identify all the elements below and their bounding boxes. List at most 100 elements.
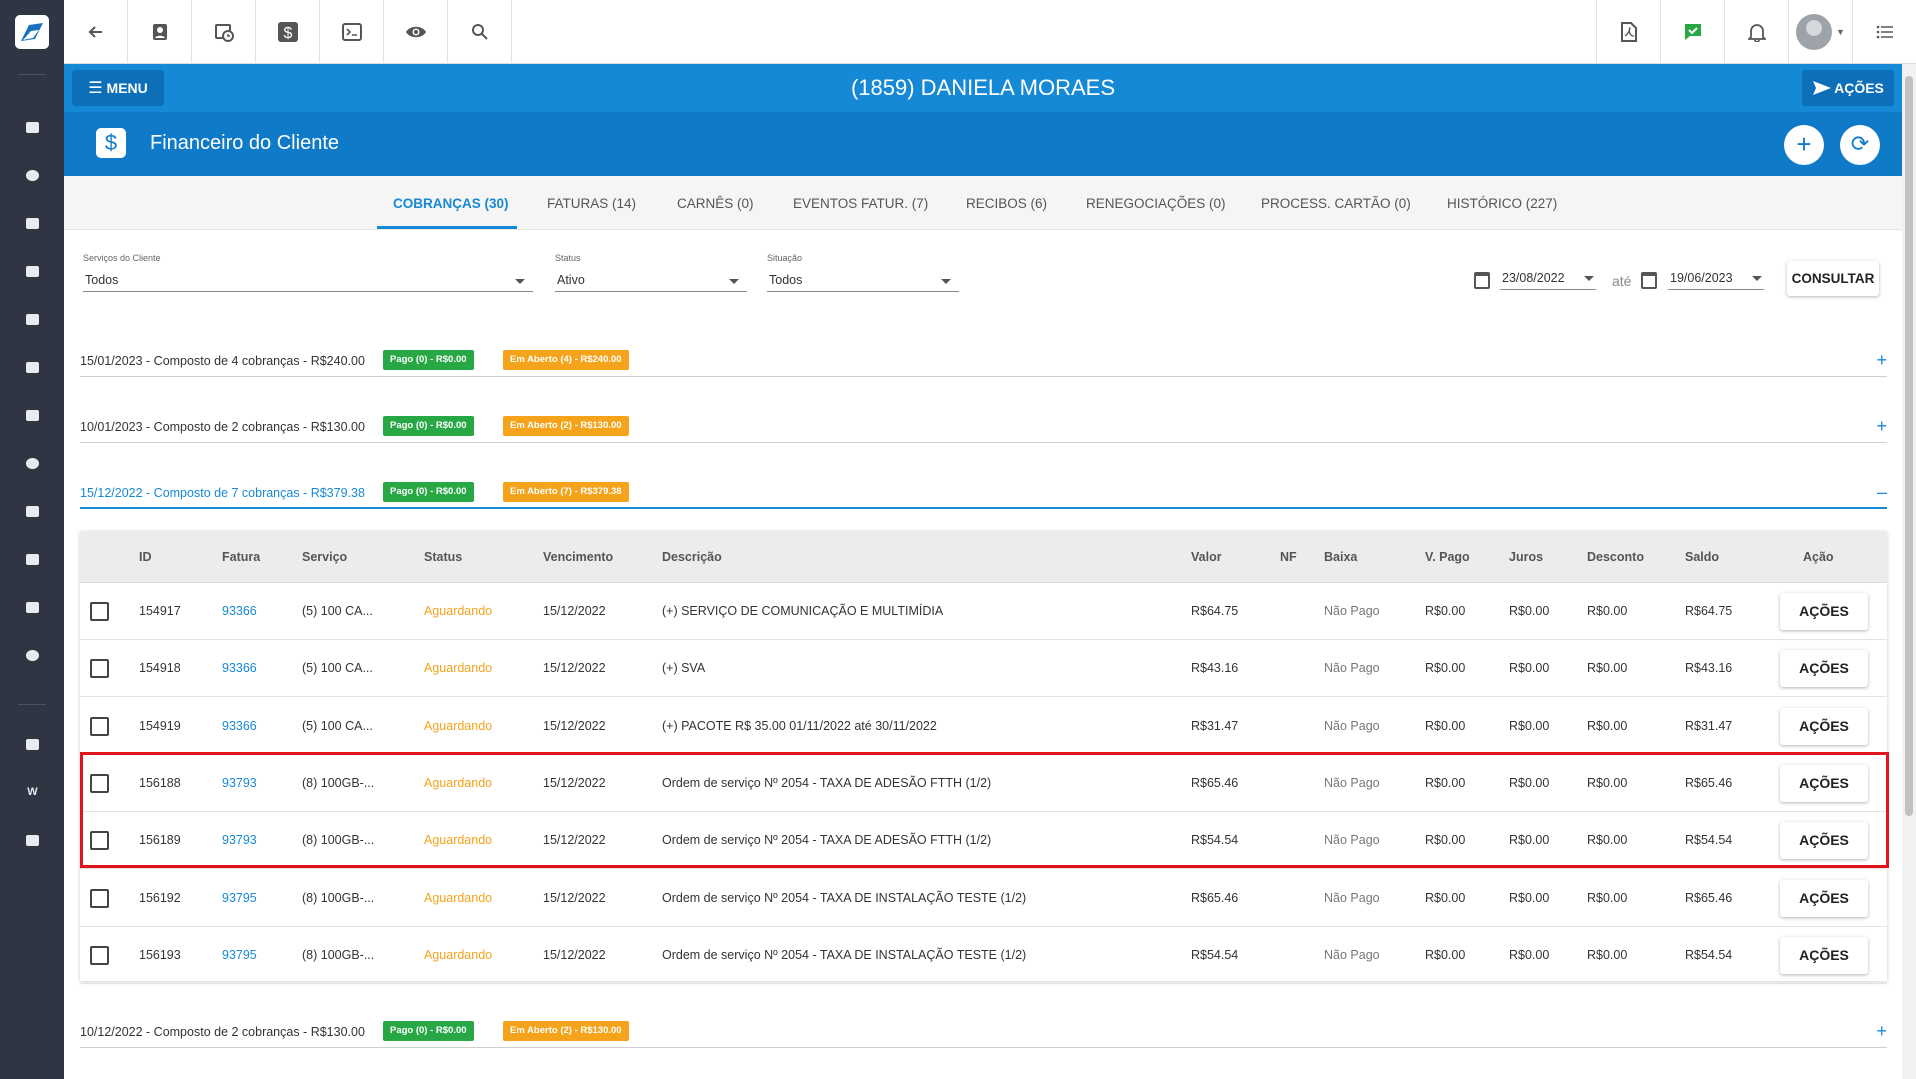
calendar-icon[interactable] xyxy=(1641,272,1657,289)
sidebar-money-icon[interactable] xyxy=(26,410,39,421)
group-title: 10/01/2023 - Composto de 2 cobranças - R… xyxy=(80,420,365,434)
situacao-select[interactable]: Todos xyxy=(767,268,959,292)
refresh-button[interactable]: ⟳ xyxy=(1840,125,1880,165)
date-to-input[interactable]: 19/06/2023 xyxy=(1668,266,1764,290)
collapse-icon[interactable]: – xyxy=(1877,482,1887,503)
group-header[interactable]: 10/01/2023 - Composto de 2 cobranças - R… xyxy=(80,413,1887,443)
row-saldo: R$54.54 xyxy=(1685,947,1733,962)
row-actions-button[interactable]: AÇÕES xyxy=(1780,593,1868,630)
row-id: 154919 xyxy=(139,718,181,733)
expand-icon[interactable]: + xyxy=(1876,1021,1887,1042)
chevron-down-icon xyxy=(1584,276,1594,281)
row-fatura-link[interactable]: 93793 xyxy=(222,833,257,847)
tab-process-cartao[interactable]: PROCESS. CARTÃO (0) xyxy=(1261,196,1411,211)
date-from-input[interactable]: 23/08/2022 xyxy=(1500,266,1596,290)
tab-cobrancas[interactable]: COBRANÇAS (30) xyxy=(393,196,509,211)
row-baixa: Não Pago xyxy=(1324,947,1380,962)
header-actions-button[interactable]: AÇÕES xyxy=(1802,70,1894,106)
chat-check-icon[interactable] xyxy=(1660,0,1724,64)
calendar-icon[interactable] xyxy=(1474,272,1490,289)
row-vencimento: 15/12/2022 xyxy=(543,947,606,962)
sidebar-pie-chart-icon[interactable] xyxy=(26,170,39,181)
tab-eventos-fatur[interactable]: EVENTOS FATUR. (7) xyxy=(793,196,928,211)
pdf-file-icon[interactable] xyxy=(1596,0,1660,64)
row-checkbox[interactable] xyxy=(90,659,109,679)
sidebar-contact-icon[interactable] xyxy=(26,218,39,229)
sidebar-divider xyxy=(18,704,46,705)
servicos-select[interactable]: Todos xyxy=(83,268,533,292)
row-fatura-link[interactable]: 93366 xyxy=(222,661,257,675)
row-checkbox[interactable] xyxy=(90,831,109,851)
tab-recibos[interactable]: RECIBOS (6) xyxy=(966,196,1047,211)
row-saldo: R$64.75 xyxy=(1685,604,1733,618)
sidebar-list-icon[interactable] xyxy=(26,506,39,517)
logo-icon xyxy=(15,15,49,49)
sidebar-box-icon[interactable] xyxy=(26,362,39,373)
sidebar-calendar-icon[interactable] xyxy=(26,314,39,325)
sidebar-headset-icon[interactable] xyxy=(26,458,39,469)
group-header[interactable]: 10/12/2022 - Composto de 2 cobranças - R… xyxy=(80,1018,1887,1048)
row-baixa: Não Pago xyxy=(1324,718,1380,733)
terminal-icon[interactable] xyxy=(320,0,384,64)
group-header-expanded[interactable]: 15/12/2022 - Composto de 7 cobranças - R… xyxy=(80,479,1887,509)
eye-icon[interactable] xyxy=(384,0,448,64)
sidebar-document-icon[interactable] xyxy=(26,602,39,613)
status-select[interactable]: Ativo xyxy=(555,268,747,292)
sidebar-server-icon[interactable] xyxy=(26,554,39,565)
row-fatura-link[interactable]: 93795 xyxy=(222,948,257,962)
back-arrow-icon[interactable] xyxy=(64,0,128,64)
section-header: $ Financeiro do Cliente + ⟳ xyxy=(64,112,1902,176)
row-id: 156188 xyxy=(139,775,181,790)
row-fatura-link[interactable]: 93366 xyxy=(222,719,257,733)
sidebar-grid-icon[interactable] xyxy=(26,122,39,133)
row-v-pago: R$0.00 xyxy=(1425,775,1466,790)
row-checkbox[interactable] xyxy=(90,773,109,793)
row-actions-button[interactable]: AÇÕES xyxy=(1780,650,1868,688)
tab-renegociacoes[interactable]: RENEGOCIAÇÕES (0) xyxy=(1086,196,1226,211)
refresh-icon: ⟳ xyxy=(1850,131,1870,156)
row-checkbox[interactable] xyxy=(90,602,109,621)
contact-card-icon[interactable] xyxy=(128,0,192,64)
sidebar-wiki-icon[interactable]: W xyxy=(26,787,39,798)
bell-icon[interactable] xyxy=(1724,0,1788,64)
row-checkbox[interactable] xyxy=(90,888,109,908)
row-desconto: R$0.00 xyxy=(1587,890,1628,905)
app-logo[interactable] xyxy=(0,0,64,64)
sidebar-video-icon[interactable] xyxy=(26,739,39,750)
row-fatura-link[interactable]: 93795 xyxy=(222,891,257,905)
user-avatar[interactable]: ▼ xyxy=(1788,0,1852,64)
search-icon[interactable] xyxy=(448,0,512,64)
sidebar-chat-icon[interactable] xyxy=(26,835,39,846)
svg-text:$: $ xyxy=(283,25,292,42)
col-acao: Ação xyxy=(1803,550,1834,564)
row-actions-button[interactable]: AÇÕES xyxy=(1780,879,1868,917)
scrollbar-thumb[interactable] xyxy=(1905,76,1913,816)
tab-carnes[interactable]: CARNÊS (0) xyxy=(677,196,754,211)
group-header[interactable]: 15/01/2023 - Composto de 4 cobranças - R… xyxy=(80,347,1887,377)
calendar-clock-icon[interactable] xyxy=(192,0,256,64)
scrollbar[interactable] xyxy=(1902,64,1916,1079)
row-checkbox[interactable] xyxy=(90,716,109,736)
row-actions-button[interactable]: AÇÕES xyxy=(1780,936,1868,974)
status-label: Status xyxy=(555,253,581,263)
sidebar-gear-icon[interactable] xyxy=(26,650,39,661)
list-menu-icon[interactable] xyxy=(1852,0,1916,64)
row-servico: (5) 100 CA... xyxy=(302,661,373,676)
expand-icon[interactable]: + xyxy=(1876,416,1887,437)
row-actions-button[interactable]: AÇÕES xyxy=(1780,822,1868,860)
row-status: Aguardando xyxy=(424,718,493,733)
add-button[interactable]: + xyxy=(1784,125,1824,165)
row-checkbox[interactable] xyxy=(90,945,109,965)
row-actions-button[interactable]: AÇÕES xyxy=(1780,707,1868,745)
row-valor: R$43.16 xyxy=(1191,661,1239,676)
sidebar-book-icon[interactable] xyxy=(26,266,39,277)
consultar-button[interactable]: CONSULTAR xyxy=(1787,261,1879,296)
tab-historico[interactable]: HISTÓRICO (227) xyxy=(1447,196,1557,211)
tab-faturas[interactable]: FATURAS (14) xyxy=(547,196,636,211)
row-fatura-link[interactable]: 93366 xyxy=(222,604,257,618)
col-desconto: Desconto xyxy=(1587,550,1644,564)
expand-icon[interactable]: + xyxy=(1876,350,1887,371)
dollar-icon[interactable]: $ xyxy=(256,0,320,64)
row-actions-button[interactable]: AÇÕES xyxy=(1780,764,1868,802)
row-fatura-link[interactable]: 93793 xyxy=(222,776,257,790)
